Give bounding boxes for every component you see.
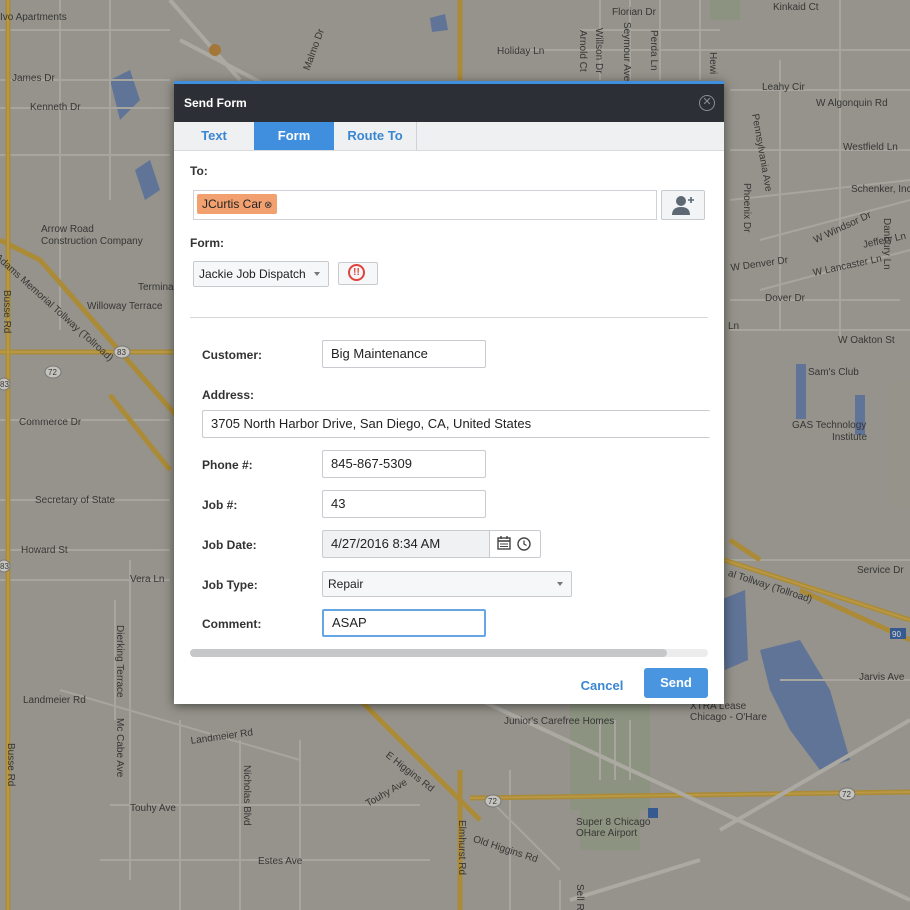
tab-route-to[interactable]: Route To	[334, 122, 417, 150]
clock-icon[interactable]	[517, 537, 531, 551]
job-type-value: Repair	[328, 577, 364, 591]
date-time-icons	[497, 536, 531, 551]
send-form-dialog: Send Form ✕ Text Form Route To To: JCurt…	[174, 81, 724, 704]
scrollbar-thumb[interactable]	[190, 649, 667, 657]
comment-label: Comment:	[202, 617, 262, 631]
tab-form[interactable]: Form	[254, 122, 334, 150]
date-time-picker	[490, 530, 541, 558]
address-label: Address:	[202, 388, 255, 402]
calendar-icon[interactable]	[497, 536, 511, 550]
send-button[interactable]: Send	[644, 668, 708, 698]
comment-input[interactable]: ASAP	[322, 609, 486, 637]
job-date-label: Job Date:	[202, 538, 257, 552]
phone-label: Phone #:	[202, 458, 253, 472]
form-label: Form:	[190, 236, 224, 250]
job-number-label: Job #:	[202, 498, 238, 512]
chevron-down-icon	[314, 272, 320, 276]
to-label: To:	[190, 164, 208, 178]
customer-input[interactable]: Big Maintenance	[322, 340, 486, 368]
job-type-label: Job Type:	[202, 578, 258, 592]
add-recipient-button[interactable]	[661, 190, 705, 220]
form-select-value: Jackie Job Dispatch	[199, 267, 306, 281]
dialog-header: Send Form ✕	[174, 84, 724, 122]
phone-input[interactable]: 845-867-5309	[322, 450, 486, 478]
form-select[interactable]: Jackie Job Dispatch	[193, 261, 329, 287]
horizontal-scrollbar[interactable]	[190, 649, 708, 657]
tab-bar: Text Form Route To	[174, 122, 724, 151]
priority-alert-icon: !!	[348, 264, 365, 281]
recipient-chip[interactable]: JCurtis Car ⊗	[197, 194, 278, 214]
divider	[190, 317, 708, 318]
job-date-input[interactable]: 4/27/2016 8:34 AM	[322, 530, 490, 558]
tab-text[interactable]: Text	[174, 122, 255, 150]
job-number-input[interactable]: 43	[322, 490, 486, 518]
add-user-icon	[672, 196, 694, 215]
recipients-field[interactable]: JCurtis Car ⊗	[193, 190, 657, 220]
address-input[interactable]: 3705 North Harbor Drive, San Diego, CA, …	[202, 410, 710, 438]
close-icon[interactable]: ✕	[699, 95, 715, 111]
cancel-button[interactable]: Cancel	[574, 674, 630, 698]
job-type-select[interactable]: Repair	[322, 571, 572, 597]
dialog-title: Send Form	[184, 96, 247, 110]
recipient-chip-label: JCurtis Car	[202, 197, 263, 211]
remove-chip-icon[interactable]: ⊗	[264, 200, 272, 211]
chevron-down-icon	[557, 582, 563, 586]
customer-label: Customer:	[202, 348, 263, 362]
priority-button[interactable]: !!	[338, 262, 378, 285]
